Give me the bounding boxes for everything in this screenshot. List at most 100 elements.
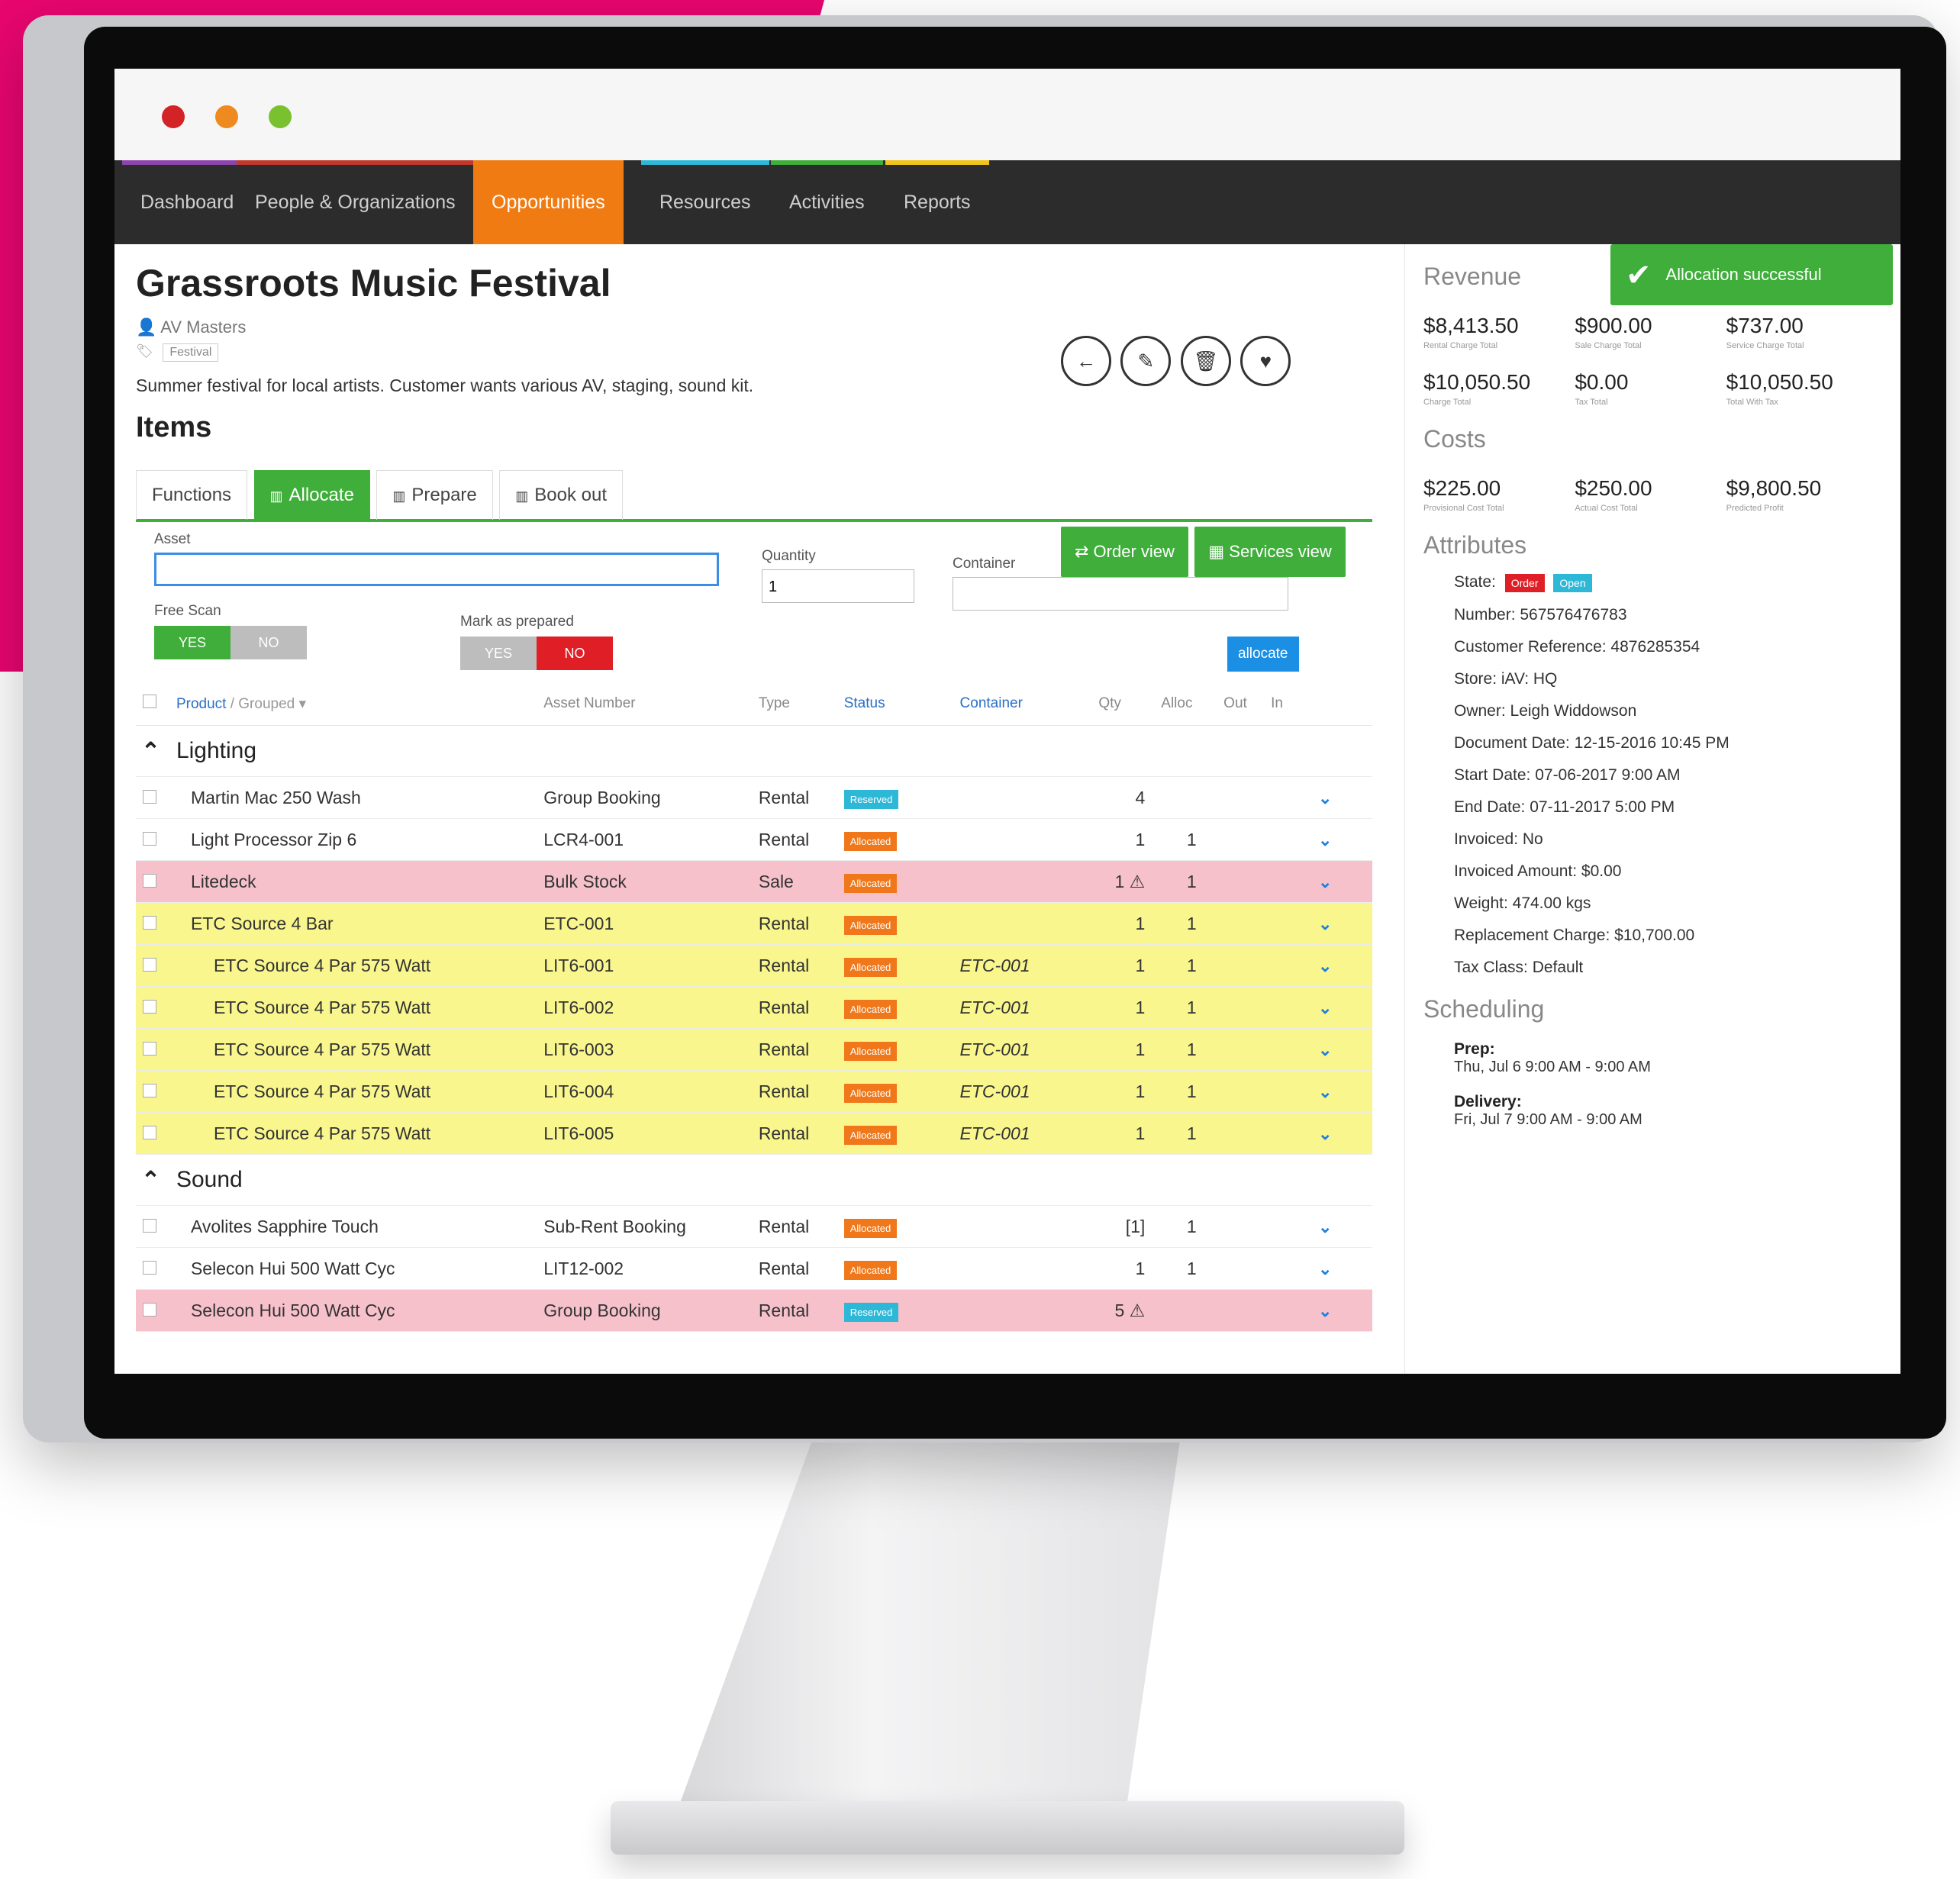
row-checkbox[interactable] — [143, 1302, 156, 1317]
table-row[interactable]: ETC Source 4 Par 575 Watt LIT6-001 Rental A… — [136, 944, 1372, 987]
close-window-button[interactable] — [162, 105, 185, 128]
expand-cell: ⌄ — [1317, 986, 1372, 1029]
chevron-down-icon[interactable]: ⌄ — [1318, 998, 1332, 1017]
chevron-down-icon[interactable]: ⌄ — [1318, 1040, 1332, 1059]
minimize-window-button[interactable] — [215, 105, 238, 128]
free-scan-toggle[interactable]: YES NO — [154, 626, 307, 659]
expand-cell: ⌄ — [1317, 776, 1372, 819]
chevron-down-icon[interactable]: ⌄ — [1318, 914, 1332, 933]
asset-input[interactable] — [154, 553, 719, 586]
chevron-down-icon[interactable]: ⌄ — [1318, 1082, 1332, 1101]
quantity-input[interactable]: 1 — [762, 569, 914, 603]
group-row[interactable]: ⌃ Sound — [136, 1154, 1372, 1206]
status-badge: Allocated — [843, 1083, 898, 1103]
table-row[interactable]: Martin Mac 250 Wash Group Booking Rental Re… — [136, 776, 1372, 819]
allocate-button[interactable]: allocate — [1227, 637, 1299, 672]
row-checkbox[interactable] — [143, 789, 156, 804]
product-cell: ETC Source 4 Par 575 Watt — [175, 986, 543, 1029]
container-column-header[interactable]: Container — [959, 682, 1098, 726]
nav-resources[interactable]: Resources — [641, 160, 769, 244]
product-column-header[interactable]: Product — [176, 696, 226, 712]
tab-book-out[interactable]: ▥ Book out — [499, 470, 623, 520]
alloc-column-header[interactable]: Alloc — [1160, 682, 1223, 726]
back-button[interactable]: ← — [1061, 336, 1111, 386]
free-scan-label: Free Scan — [154, 603, 221, 619]
table-row[interactable]: ETC Source 4 Par 575 Watt LIT6-003 Rental A… — [136, 1028, 1372, 1071]
status-cell: Allocated — [843, 1028, 959, 1071]
chevron-up-icon[interactable]: ⌃ — [141, 739, 160, 764]
favorite-button[interactable]: ♥ — [1240, 336, 1291, 386]
organization[interactable]: 👤 AV Masters — [136, 317, 1381, 337]
container-input[interactable] — [953, 577, 1288, 611]
tab-prepare[interactable]: ▥ Prepare — [376, 470, 493, 520]
table-row[interactable]: ETC Source 4 Bar ETC-001 Rental Allocated 1 1… — [136, 902, 1372, 945]
alloc-cell: 1 — [1160, 1070, 1223, 1113]
edit-button[interactable]: ✎ — [1120, 336, 1172, 386]
table-row[interactable]: ETC Source 4 Par 575 Watt LIT6-004 Rental A… — [136, 1070, 1372, 1113]
maximize-window-button[interactable] — [269, 105, 292, 128]
type-column-header[interactable]: Type — [757, 682, 843, 726]
row-checkbox[interactable] — [143, 1041, 156, 1056]
stat-value: $737.00 — [1726, 314, 1804, 337]
table-row[interactable]: ETC Source 4 Par 575 Watt LIT6-002 Rental A… — [136, 986, 1372, 1029]
row-checkbox[interactable] — [143, 831, 156, 846]
nav-activities[interactable]: Activities — [771, 160, 883, 244]
free-scan-yes[interactable]: YES — [154, 626, 230, 659]
table-row[interactable]: Selecon Hui 500 Watt Cyc LIT12-002 Rental A… — [136, 1247, 1372, 1290]
alloc-cell: 1 — [1160, 1247, 1223, 1290]
nav-people-organizations[interactable]: People & Organizations — [237, 160, 474, 244]
chevron-down-icon[interactable]: ⌄ — [1318, 1217, 1332, 1236]
row-checkbox[interactable] — [143, 957, 156, 972]
row-checkbox[interactable] — [143, 1260, 156, 1275]
free-scan-no[interactable]: NO — [230, 626, 307, 659]
mark-prepared-no[interactable]: NO — [537, 637, 613, 670]
table-row[interactable]: Litedeck Bulk Stock Sale Allocated 1 ⚠ 1 ⌄ — [136, 860, 1372, 903]
row-checkbox[interactable] — [143, 1083, 156, 1097]
mark-prepared-toggle[interactable]: YES NO — [460, 637, 613, 670]
table-row[interactable]: Avolites Sapphire Touch Sub-Rent Booking R… — [136, 1205, 1372, 1248]
alloc-cell: 1 — [1160, 902, 1223, 945]
out-column-header[interactable]: Out — [1223, 682, 1271, 726]
chevron-down-icon[interactable]: ⌄ — [1318, 1124, 1332, 1143]
nav-dashboard[interactable]: Dashboard — [122, 160, 253, 244]
tab-allocate[interactable]: ▥ Allocate — [253, 470, 370, 520]
stat-label: Rental Charge Total — [1423, 341, 1498, 350]
row-checkbox[interactable] — [143, 1125, 156, 1139]
select-all-checkbox[interactable] — [143, 695, 156, 708]
window-titlebar — [114, 69, 1900, 160]
in-cell — [1270, 944, 1318, 987]
in-column-header[interactable]: In — [1270, 682, 1318, 726]
table-row[interactable]: Light Processor Zip 6 LCR4-001 Rental Alloc… — [136, 818, 1372, 861]
delete-button[interactable]: 🗑 — [1180, 336, 1231, 386]
nav-opportunities[interactable]: Opportunities — [473, 160, 624, 244]
mark-prepared-yes[interactable]: YES — [460, 637, 537, 670]
tab-functions[interactable]: Functions — [136, 470, 248, 520]
table-row[interactable]: ETC Source 4 Par 575 Watt LIT6-005 Rental A… — [136, 1112, 1372, 1155]
row-checkbox[interactable] — [143, 1218, 156, 1233]
chevron-down-icon[interactable]: ⌄ — [1318, 956, 1332, 975]
nav-reports[interactable]: Reports — [885, 160, 989, 244]
expand-cell: ⌄ — [1317, 1070, 1372, 1113]
row-checkbox[interactable] — [143, 999, 156, 1014]
out-cell — [1223, 1289, 1271, 1332]
group-row[interactable]: ⌃ Lighting — [136, 725, 1372, 777]
qty-column-header[interactable]: Qty — [1098, 682, 1161, 726]
out-cell — [1223, 1205, 1271, 1248]
chevron-up-icon[interactable]: ⌃ — [141, 1168, 160, 1193]
out-cell — [1223, 1028, 1271, 1071]
chevron-down-icon[interactable]: ⌄ — [1318, 788, 1332, 807]
status-cell: Allocated — [843, 1205, 959, 1248]
row-checkbox[interactable] — [143, 873, 156, 888]
chevron-down-icon[interactable]: ⌄ — [1318, 872, 1332, 891]
chevron-down-icon[interactable]: ⌄ — [1318, 1259, 1332, 1278]
chevron-down-icon[interactable]: ⌄ — [1318, 1301, 1332, 1320]
status-column-header[interactable]: Status — [843, 682, 959, 726]
out-cell — [1223, 1112, 1271, 1155]
asset-number-column-header[interactable]: Asset Number — [543, 682, 758, 726]
out-cell — [1223, 860, 1271, 903]
grouped-dropdown[interactable]: Grouped — [238, 696, 295, 712]
chevron-down-icon[interactable]: ⌄ — [1318, 830, 1332, 849]
row-checkbox[interactable] — [143, 915, 156, 930]
alloc-cell: 1 — [1160, 986, 1223, 1029]
table-row[interactable]: Selecon Hui 500 Watt Cyc Group Booking Ren… — [136, 1289, 1372, 1332]
